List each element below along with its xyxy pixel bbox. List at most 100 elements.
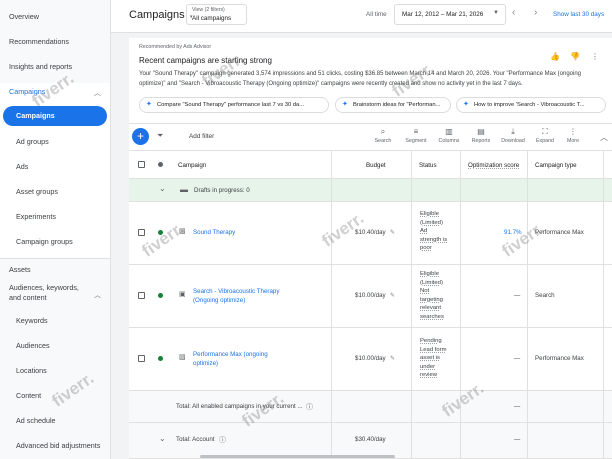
status-line: Not bbox=[420, 288, 430, 294]
view-selector[interactable]: ▾ View (2 filters) All campaigns bbox=[186, 4, 247, 25]
status-line: under bbox=[420, 363, 436, 370]
nav-assets[interactable]: Assets bbox=[9, 263, 107, 277]
next-period-icon[interactable]: › bbox=[534, 7, 537, 18]
more-label: More bbox=[566, 138, 580, 144]
search-button[interactable]: ⌕ Search bbox=[368, 127, 398, 144]
expand-button[interactable]: ⛶ Expand bbox=[530, 127, 560, 144]
thumbs-up-icon[interactable]: 👍 bbox=[550, 52, 560, 61]
folder-icon: ▬ bbox=[180, 185, 188, 194]
status-line: (Limited) bbox=[420, 219, 443, 226]
nav-overview[interactable]: Overview bbox=[9, 10, 107, 24]
column-divider bbox=[527, 150, 528, 459]
nav-campaign-groups[interactable]: Campaign groups bbox=[16, 235, 110, 249]
nav-ad-groups[interactable]: Ad groups bbox=[16, 135, 110, 149]
nav-asset-groups[interactable]: Asset groups bbox=[16, 185, 110, 199]
status-line: Eligible bbox=[420, 271, 439, 277]
table-row: ▨ Sound Therapy $10.40/day ✎ Eligible (L… bbox=[129, 202, 612, 265]
header-optimization-score[interactable]: Optimization score bbox=[468, 162, 519, 169]
column-divider bbox=[603, 150, 604, 459]
enabled-status-dot[interactable] bbox=[158, 293, 163, 298]
nav-ad-schedule[interactable]: Ad schedule bbox=[16, 414, 110, 428]
download-button[interactable]: ⤓ Download bbox=[498, 127, 528, 144]
more-vert-icon[interactable]: ⋮ bbox=[591, 52, 599, 61]
chevron-up-icon[interactable]: ︿ bbox=[94, 88, 101, 98]
header-budget[interactable]: Budget bbox=[366, 162, 386, 169]
status-text[interactable]: Eligible (Limited) Not targeting relevan… bbox=[420, 270, 454, 321]
reports-button[interactable]: ▤ Reports bbox=[466, 127, 496, 144]
nav-audiences-keywords-content[interactable]: Audiences, keywords, and content bbox=[9, 283, 89, 305]
horizontal-scrollbar[interactable] bbox=[200, 455, 395, 458]
nav-campaigns-group[interactable]: Campaigns bbox=[9, 85, 107, 99]
add-filter-button[interactable]: Add filter bbox=[189, 133, 214, 140]
thumbs-down-icon[interactable]: 👎 bbox=[570, 52, 580, 61]
filter-icon[interactable]: ⏷ bbox=[157, 131, 163, 141]
nav-insights[interactable]: Insights and reports bbox=[9, 60, 107, 74]
nav-campaigns-selected[interactable]: Campaigns bbox=[3, 106, 107, 126]
header-status[interactable]: Status bbox=[419, 162, 437, 169]
help-icon[interactable]: ⓘ bbox=[306, 402, 313, 412]
campaign-name-link[interactable]: Performance Max (ongoing optimize) bbox=[193, 351, 283, 368]
top-bar: Campaigns ▾ View (2 filters) All campaig… bbox=[111, 0, 612, 33]
header-campaign[interactable]: Campaign bbox=[178, 162, 206, 169]
nav-experiments[interactable]: Experiments bbox=[16, 210, 110, 224]
view-value: All campaigns bbox=[192, 15, 232, 22]
chevron-down-icon[interactable]: ⌄ bbox=[159, 434, 166, 443]
chevron-up-icon[interactable]: ︿ bbox=[600, 132, 608, 143]
download-icon: ⤓ bbox=[511, 127, 515, 136]
nav-keywords[interactable]: Keywords bbox=[16, 314, 110, 328]
row-checkbox[interactable] bbox=[138, 229, 145, 236]
segment-button[interactable]: ≡ Segment bbox=[401, 127, 431, 144]
edit-budget-icon[interactable]: ✎ bbox=[390, 229, 395, 236]
edit-budget-icon[interactable]: ✎ bbox=[390, 292, 395, 299]
total-account-score: — bbox=[514, 436, 521, 443]
total-enabled-row: Total: All enabled campaigns in your cur… bbox=[129, 391, 612, 423]
chevron-up-icon[interactable]: ︿ bbox=[94, 290, 101, 300]
nav-recommendations[interactable]: Recommendations bbox=[9, 35, 107, 49]
campaign-type: Search bbox=[535, 292, 555, 299]
enabled-status-dot[interactable] bbox=[158, 230, 163, 235]
previous-period-icon[interactable]: ‹ bbox=[512, 7, 515, 18]
performance-max-icon: ▨ bbox=[179, 228, 186, 235]
suggestion-chip[interactable]: ✦ Compare "Sound Therapy" performance las… bbox=[139, 97, 329, 113]
nav-advanced-bid-adjustments[interactable]: Advanced bid adjustments bbox=[16, 439, 110, 453]
table-row: ▣ Search - Vibroacoustic Therapy (Ongoin… bbox=[129, 265, 612, 328]
show-last-30-days-link[interactable]: Show last 30 days bbox=[553, 11, 604, 18]
campaign-name-link[interactable]: Search - Vibroacoustic Therapy (Ongoing … bbox=[193, 288, 283, 305]
total-account-row: ⌄ Total: Account ⓘ $30.40/day — bbox=[129, 423, 612, 459]
more-button[interactable]: ⋮ More bbox=[558, 127, 588, 144]
nav-audiences[interactable]: Audiences bbox=[16, 339, 110, 353]
column-divider bbox=[331, 150, 332, 459]
status-line: Eligible bbox=[420, 211, 439, 217]
chevron-down-icon[interactable]: ⌄ bbox=[159, 184, 166, 193]
select-all-checkbox[interactable] bbox=[138, 161, 145, 168]
add-campaign-button[interactable]: + bbox=[132, 128, 149, 145]
suggestion-chip[interactable]: ✦ Brainstorm ideas for "Performan... bbox=[335, 97, 451, 113]
status-text[interactable]: Pending Lead form asset is under review bbox=[420, 337, 454, 380]
search-campaign-icon: ▣ bbox=[179, 291, 186, 298]
row-checkbox[interactable] bbox=[138, 292, 145, 299]
column-divider bbox=[411, 150, 412, 459]
nav-content[interactable]: Content bbox=[16, 389, 110, 403]
header-campaign-type[interactable]: Campaign type bbox=[535, 162, 577, 169]
search-icon: ⌕ bbox=[380, 127, 386, 136]
table-header-row: Campaign Budget Status Optimization scor… bbox=[129, 150, 612, 179]
status-text[interactable]: Eligible (Limited) Ad strength is poor bbox=[420, 210, 454, 253]
status-line: (Limited) bbox=[420, 279, 443, 286]
columns-button[interactable]: ▥ Columns bbox=[434, 127, 464, 144]
drafts-label: Drafts in progress: 0 bbox=[194, 187, 250, 194]
help-icon[interactable]: ⓘ bbox=[219, 435, 226, 445]
nav-ads[interactable]: Ads bbox=[16, 160, 110, 174]
reports-label: Reports bbox=[471, 138, 491, 144]
date-range-picker[interactable]: Mar 12, 2012 – Mar 21, 2026 ▼ bbox=[394, 4, 506, 25]
view-filters-label: View (2 filters) bbox=[192, 7, 225, 13]
optimization-score-link[interactable]: 91.7% bbox=[504, 229, 522, 236]
nav-locations[interactable]: Locations bbox=[16, 364, 110, 378]
suggestion-chip[interactable]: ✦ How to improve 'Search - Vibroacoustic … bbox=[456, 97, 606, 113]
row-checkbox[interactable] bbox=[138, 355, 145, 362]
enabled-status-dot[interactable] bbox=[158, 356, 163, 361]
campaign-name-link[interactable]: Sound Therapy bbox=[193, 229, 235, 236]
columns-icon: ▥ bbox=[445, 127, 453, 136]
performance-max-icon: ▨ bbox=[179, 354, 186, 361]
edit-budget-icon[interactable]: ✎ bbox=[390, 355, 395, 362]
download-label: Download bbox=[501, 138, 525, 144]
